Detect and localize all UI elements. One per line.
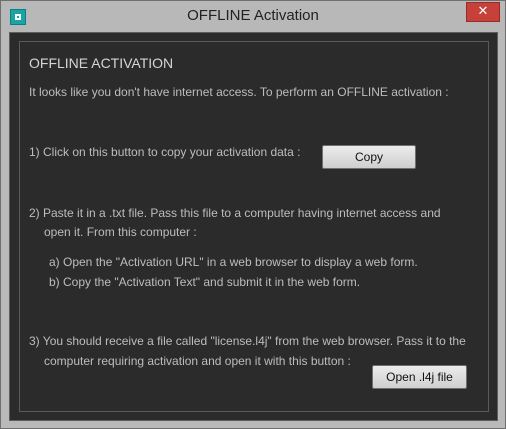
dialog-body: OFFLINE ACTIVATION It looks like you don… <box>9 32 498 421</box>
close-button[interactable]: ✕ <box>466 2 500 22</box>
copy-button[interactable]: Copy <box>322 145 416 169</box>
window-title: OFFLINE Activation <box>187 7 319 24</box>
section-heading: OFFLINE ACTIVATION <box>29 55 174 71</box>
app-icon <box>10 9 26 25</box>
step3-text-line2: computer requiring activation and open i… <box>44 354 351 368</box>
title-bar[interactable]: OFFLINE Activation ✕ <box>1 1 505 32</box>
open-l4j-file-button[interactable]: Open .l4j file <box>372 365 467 389</box>
activation-window: OFFLINE Activation ✕ OFFLINE ACTIVATION … <box>0 0 506 429</box>
step3-text-line1: 3) You should receive a file called "lic… <box>29 334 466 348</box>
close-icon: ✕ <box>477 4 489 19</box>
step2-text-line2: open it. From this computer : <box>44 225 197 239</box>
intro-text: It looks like you don't have internet ac… <box>29 85 449 99</box>
activation-panel: OFFLINE ACTIVATION It looks like you don… <box>19 41 489 412</box>
step2-text-line1: 2) Paste it in a .txt file. Pass this fi… <box>29 206 441 220</box>
step2a-text: a) Open the "Activation URL" in a web br… <box>49 255 418 269</box>
step1-text: 1) Click on this button to copy your act… <box>29 145 301 159</box>
step2b-text: b) Copy the "Activation Text" and submit… <box>49 275 361 289</box>
